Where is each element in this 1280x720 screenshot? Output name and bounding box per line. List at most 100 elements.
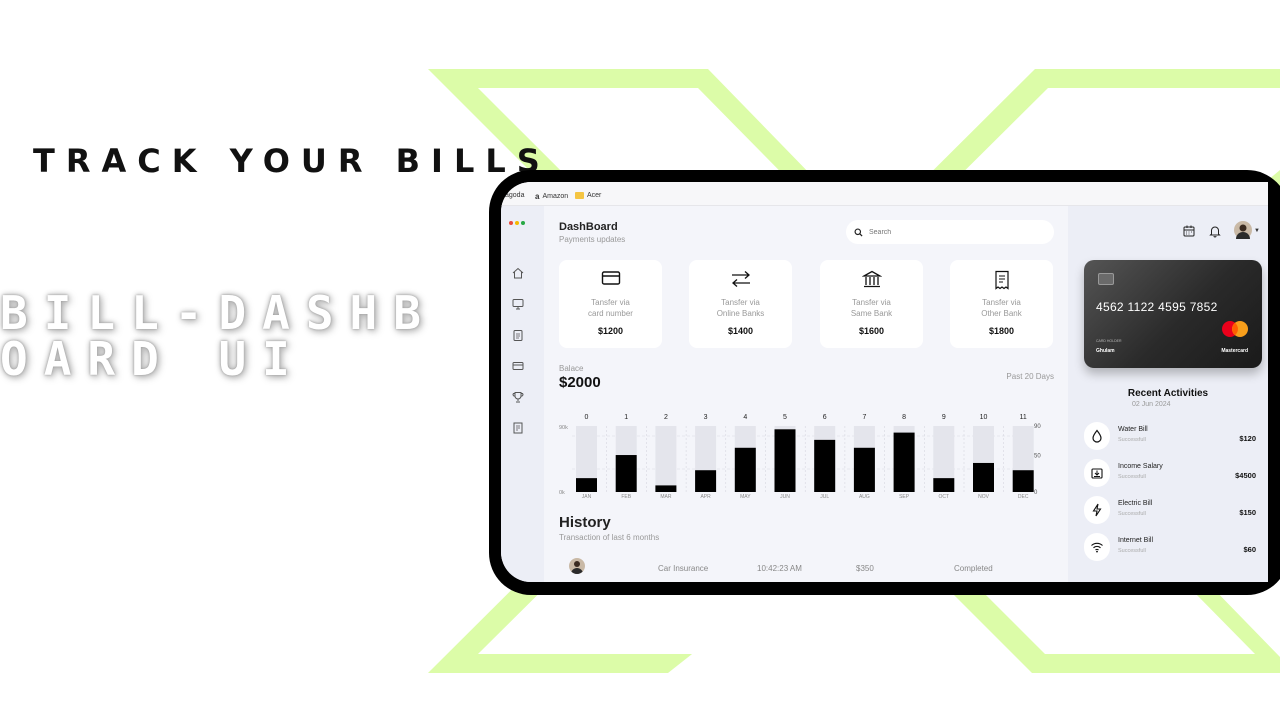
x-axis-tick: NOV: [978, 494, 990, 500]
x-axis-tick: JUL: [820, 494, 829, 500]
calendar-icon[interactable]: [1182, 224, 1196, 238]
x-axis-tick: OCT: [939, 494, 950, 500]
page-subtitle: Payments updates: [559, 235, 626, 244]
bookmark-acer[interactable]: Acer: [575, 192, 601, 199]
bank-icon: [861, 270, 882, 288]
bar-top-label: 6: [823, 414, 827, 421]
history-status: Completed: [954, 564, 993, 573]
bar: [853, 447, 875, 492]
activity-item[interactable]: Electric Bill Successfull $150: [1084, 496, 1256, 524]
profile-avatar[interactable]: [1234, 221, 1252, 239]
page-title: DashBoard: [559, 221, 618, 233]
history-row[interactable]: Car Insurance 10:42:23 AM $350 Completed: [559, 556, 1054, 576]
income-icon: [1091, 468, 1103, 479]
receipt-icon: [994, 270, 1009, 290]
bar-top-label: 10: [980, 414, 988, 421]
transfer-label-line1: Tansfer via: [591, 298, 630, 307]
activity-name: Water Bill: [1118, 426, 1148, 433]
transfer-arrows-icon: [731, 271, 750, 287]
wifi-icon: [1091, 542, 1103, 553]
period-selector[interactable]: Past 20 Days: [1006, 372, 1054, 381]
bar: [615, 455, 637, 492]
home-icon[interactable]: [511, 266, 525, 280]
activity-amount: $150: [1239, 508, 1256, 517]
activity-amount: $120: [1239, 434, 1256, 443]
recent-activities-date: 02 Jun 2024: [1132, 401, 1171, 408]
transfer-card-online-banks[interactable]: Tansfer via Online Banks $1400: [689, 260, 792, 348]
y-axis-right-tick: 90: [1034, 424, 1041, 430]
close-dot[interactable]: [509, 221, 513, 225]
card-icon[interactable]: [511, 359, 525, 373]
bar: [893, 432, 915, 492]
transfer-card-other-bank[interactable]: Tansfer via Other Bank $1800: [950, 260, 1053, 348]
transfer-card-same-bank[interactable]: Tansfer via Same Bank $1600: [820, 260, 923, 348]
bar-top-label: 2: [664, 414, 668, 421]
dashboard-screen: agoda a Amazon Acer DashBoard Payments u…: [501, 182, 1268, 582]
balance-label: Balace: [559, 364, 584, 373]
bar-top-label: 8: [902, 414, 906, 421]
bar: [1012, 470, 1034, 492]
water-drop-icon: [1092, 429, 1102, 443]
avatar: [569, 558, 585, 574]
credit-card[interactable]: 4562 1122 4595 7852 CARD HOLDER Ghulam M…: [1084, 260, 1262, 368]
trophy-icon[interactable]: [511, 390, 525, 404]
transfer-label-line2: Online Banks: [716, 309, 765, 318]
activity-item[interactable]: Internet Bill Successfull $60: [1084, 533, 1256, 561]
lightning-icon: [1092, 503, 1102, 517]
bar: [655, 485, 677, 492]
transfer-cards: Tansfer via card number $1200 Tansfer via…: [559, 260, 1054, 348]
balance-bar-chart: 90k 0k 90 50 0 0 JAN 1 FEB 2 MAR 3 APR 4 MAY 5 JUN 6 JUL 7 A…: [559, 414, 1041, 500]
activity-amount: $4500: [1235, 471, 1256, 480]
activity-item[interactable]: Income Salary Successfull $4500: [1084, 459, 1256, 487]
recent-activities-title: Recent Activities: [1127, 388, 1209, 399]
main-content: DashBoard Payments updates Tansfer via ca…: [544, 206, 1068, 582]
bar-top-label: 4: [743, 414, 747, 421]
document-icon[interactable]: [511, 421, 525, 435]
activity-amount: $60: [1243, 545, 1256, 554]
activity-item[interactable]: Water Bill Successfull $120: [1084, 422, 1256, 450]
history-amount: $350: [856, 564, 874, 573]
x-axis-tick: AUG: [859, 494, 870, 500]
x-axis-tick: APR: [700, 494, 711, 500]
y-axis-tick: 90k: [559, 425, 568, 431]
transfer-label-line1: Tansfer via: [852, 298, 891, 307]
bar: [734, 447, 756, 492]
bookmarks-bar: agoda a Amazon Acer: [501, 182, 1268, 206]
y-axis-tick: 0k: [559, 490, 565, 496]
search-bar[interactable]: [846, 220, 1054, 244]
history-subtitle: Transaction of last 6 months: [559, 533, 660, 542]
transfer-label-line2: Same Bank: [850, 309, 893, 318]
chevron-down-icon[interactable]: ▼: [1254, 228, 1260, 234]
transfer-card-card-number[interactable]: Tansfer via card number $1200: [559, 260, 662, 348]
activity-status: Successfull: [1118, 437, 1146, 443]
bookmark-label: Amazon: [542, 193, 569, 200]
transfer-label-line1: Tansfer via: [721, 298, 760, 307]
y-axis-right-tick: 0: [1034, 490, 1038, 496]
credit-card-icon: [601, 271, 620, 285]
bar-track: [655, 426, 677, 492]
card-holder-name: Ghulam: [1096, 348, 1115, 354]
minimize-dot[interactable]: [515, 221, 519, 225]
bar-top-label: 7: [862, 414, 866, 421]
bell-icon[interactable]: [1208, 224, 1222, 238]
clipboard-icon[interactable]: [511, 328, 525, 342]
x-axis-tick: JAN: [582, 494, 592, 500]
x-axis-tick: MAR: [660, 494, 672, 500]
amazon-icon: a: [535, 192, 540, 201]
search-input[interactable]: [869, 228, 1039, 236]
bookmark-amazon[interactable]: a Amazon: [535, 192, 568, 201]
card-brand: Mastercard: [1221, 348, 1248, 354]
bookmark-agoda[interactable]: agoda: [505, 192, 524, 199]
bar: [933, 478, 955, 492]
monitor-icon[interactable]: [511, 297, 525, 311]
card-number: 4562 1122 4595 7852: [1096, 300, 1218, 314]
maximize-dot[interactable]: [521, 221, 525, 225]
bar-top-label: 11: [1020, 414, 1027, 421]
activity-status: Successfull: [1118, 474, 1146, 480]
transfer-label-line1: Tansfer via: [982, 298, 1021, 307]
right-panel: ▼ 4562 1122 4595 7852 CARD HOLDER Ghulam…: [1068, 206, 1268, 582]
activity-name: Electric Bill: [1118, 500, 1153, 507]
window-controls: [509, 221, 525, 225]
transfer-amount: $1400: [727, 326, 754, 336]
card-holder-label: CARD HOLDER: [1096, 339, 1122, 343]
